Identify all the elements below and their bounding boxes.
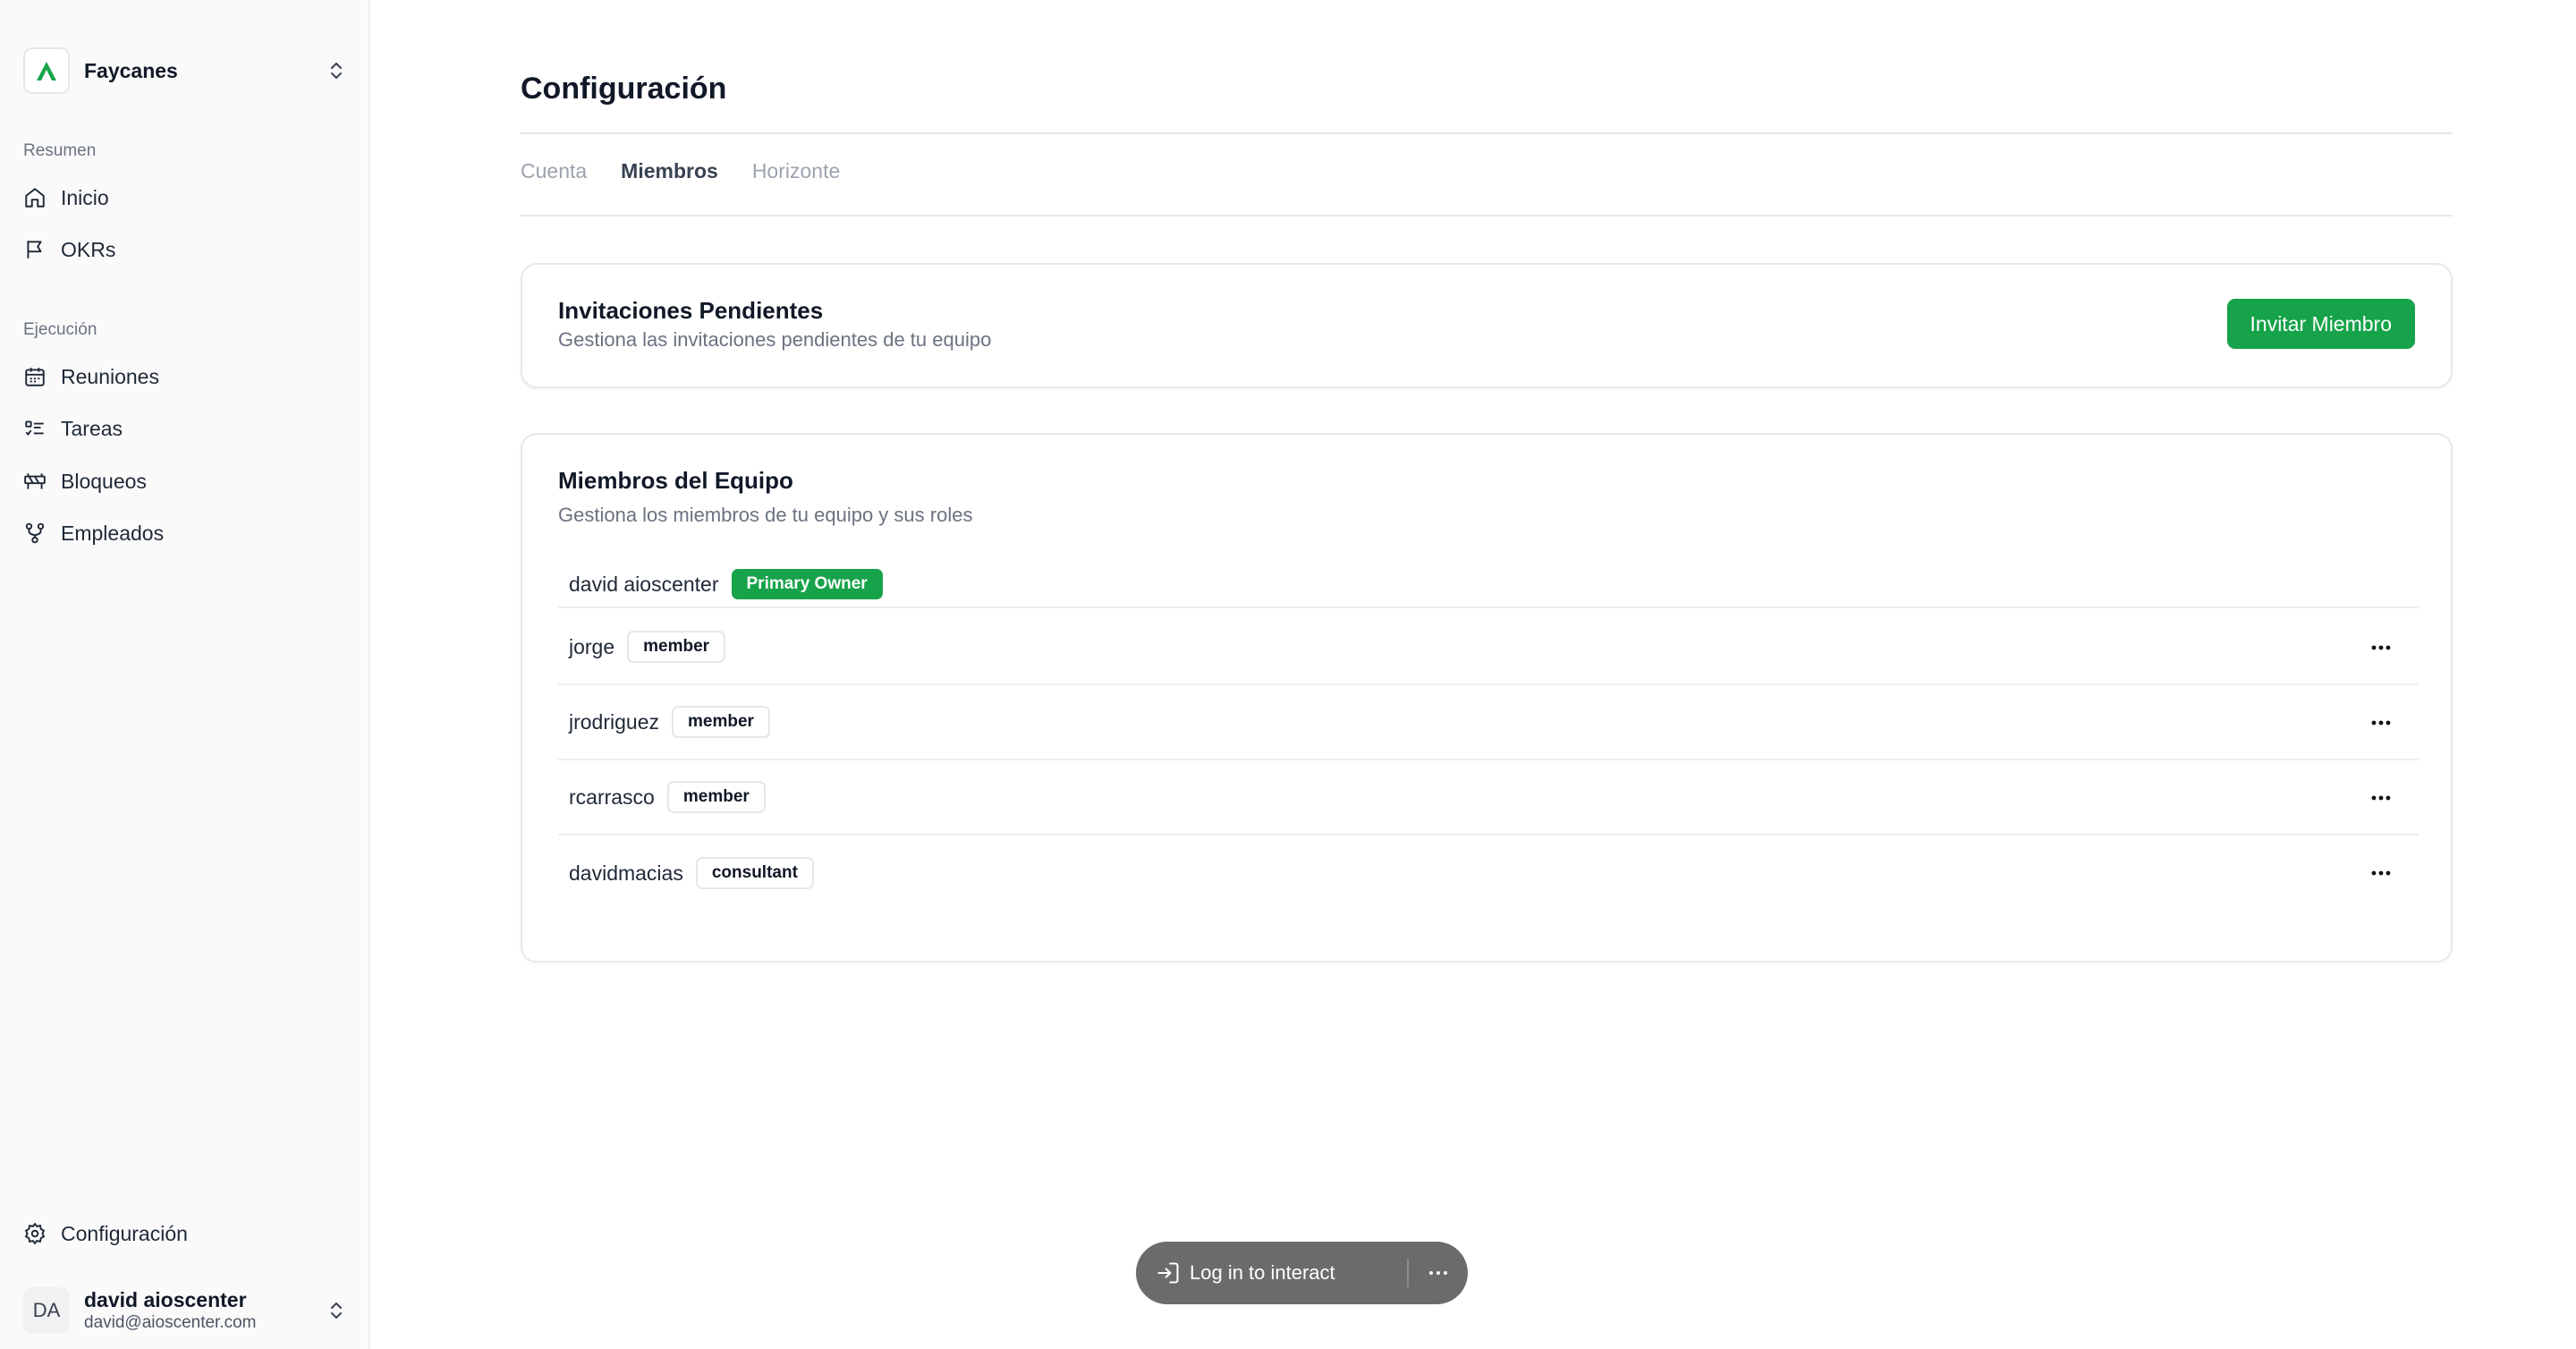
table-row: jorge member [558,610,2419,685]
workspace-name: Faycanes [84,58,178,82]
more-options-icon[interactable] [2365,782,2397,814]
member-name: rcarrasco [569,785,655,809]
home-icon [23,186,47,209]
tab-miembros[interactable]: Miembros [621,159,718,183]
card-subtitle: Gestiona los miembros de tu equipo y sus… [558,504,973,526]
role-badge: consultant [695,857,814,889]
title-divider [521,132,2453,134]
sidebar-item-label: Inicio [61,185,109,209]
faycanes-logo-icon [23,47,70,94]
role-badge: member [672,706,770,738]
member-name: jorge [569,634,615,658]
sidebar-item-configuracion[interactable]: Configuración [23,1212,347,1255]
sidebar-item-label: OKRs [61,237,116,261]
tab-cuenta[interactable]: Cuenta [521,159,587,183]
org-chart-icon [23,522,47,545]
sidebar: Faycanes Resumen Inicio OKRs Ejecución R… [0,0,370,1349]
tab-horizonte[interactable]: Horizonte [752,159,840,183]
sidebar-item-bloqueos[interactable]: Bloqueos [23,460,347,503]
table-row: jrodriguez member [558,685,2419,760]
workspace-switcher[interactable]: Faycanes [23,47,347,95]
role-badge: member [627,631,726,663]
page-title: Configuración [521,72,727,106]
table-row: rcarrasco member [558,760,2419,836]
member-name: jrodriguez [569,709,659,734]
login-overlay-pill: Log in to interact [1136,1242,1468,1304]
team-members-card: Miembros del Equipo Gestiona los miembro… [521,433,2453,963]
user-menu[interactable]: DA david aioscenter david@aioscenter.com [23,1285,347,1336]
more-options-icon[interactable] [2365,632,2397,664]
gear-icon [23,1222,47,1245]
sidebar-item-label: Tareas [61,416,123,440]
card-subtitle: Gestiona las invitaciones pendientes de … [558,328,992,351]
sidebar-item-okrs[interactable]: OKRs [23,228,347,271]
settings-tabs: Cuenta Miembros Horizonte [521,159,840,183]
user-name: david aioscenter [84,1287,247,1311]
nav-group-title-ejecucion: Ejecución [23,320,97,339]
chevron-up-down-icon [331,1302,342,1319]
login-label: Log in to interact [1190,1261,1335,1284]
card-title: Miembros del Equipo [558,467,793,494]
member-name: davidmacias [569,861,683,885]
login-button[interactable]: Log in to interact [1156,1260,1407,1285]
role-badge: Primary Owner [731,569,883,599]
invite-member-button[interactable]: Invitar Miembro [2226,299,2415,349]
tabs-divider [521,215,2453,216]
main-content: Configuración Cuenta Miembros Horizonte … [370,0,2576,1349]
sidebar-item-reuniones[interactable]: Reuniones [23,355,347,398]
sidebar-item-label: Configuración [61,1221,188,1245]
card-title: Invitaciones Pendientes [558,297,824,324]
sidebar-item-inicio[interactable]: Inicio [23,176,347,219]
sidebar-item-empleados[interactable]: Empleados [23,512,347,555]
member-name: david aioscenter [569,572,719,596]
user-email: david@aioscenter.com [84,1313,257,1333]
calendar-icon [23,365,47,388]
sidebar-item-label: Bloqueos [61,469,147,493]
chevron-up-down-icon [331,63,342,79]
pending-invitations-card: Invitaciones Pendientes Gestiona las inv… [521,263,2453,388]
task-list-icon [23,417,47,440]
more-options-icon[interactable] [2365,707,2397,739]
sidebar-item-label: Reuniones [61,364,159,388]
role-badge: member [666,781,766,813]
more-options-icon[interactable] [1409,1242,1468,1304]
nav-group-title-resumen: Resumen [23,141,97,160]
flag-icon [23,238,47,261]
table-row: davidmacias consultant [558,836,2419,911]
login-icon [1157,1262,1179,1284]
avatar: DA [23,1287,70,1334]
sidebar-item-tareas[interactable]: Tareas [23,407,347,450]
roadblock-icon [23,470,47,493]
table-row: david aioscenter Primary Owner [558,562,2419,608]
more-options-icon[interactable] [2365,857,2397,889]
sidebar-item-label: Empleados [61,521,165,545]
